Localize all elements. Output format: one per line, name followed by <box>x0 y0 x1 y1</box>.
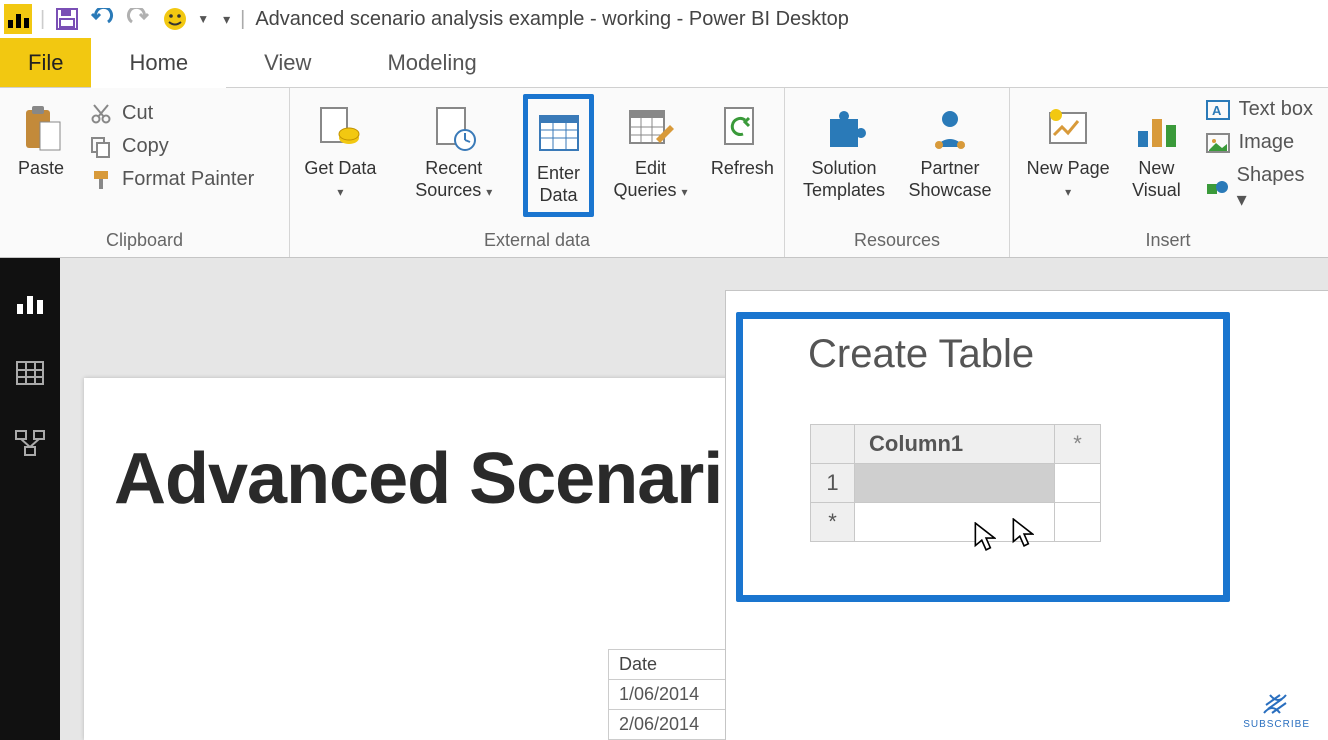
view-rail <box>0 258 60 740</box>
new-page-button[interactable]: New Page ▾ <box>1016 94 1120 207</box>
paste-button[interactable]: Paste <box>6 94 76 186</box>
ribbon-tabs: File Home View Modeling <box>0 38 1328 88</box>
recent-sources-button[interactable]: Recent Sources ▾ <box>385 94 523 207</box>
quick-access-toolbar: | ▼ ▾ <box>4 5 230 33</box>
copy-icon <box>88 136 114 158</box>
app-logo-icon <box>4 5 32 33</box>
redo-icon[interactable] <box>125 5 153 33</box>
grid-cell-1-add[interactable] <box>1055 464 1101 503</box>
enter-data-label: Enter Data <box>533 163 585 206</box>
grid-add-column[interactable]: * <box>1055 425 1101 464</box>
format-painter-label: Format Painter <box>122 168 254 191</box>
person-icon <box>929 100 971 158</box>
new-visual-button[interactable]: New Visual <box>1120 94 1192 207</box>
recent-sources-label: Recent Sources ▾ <box>393 158 515 201</box>
new-page-label: New Page ▾ <box>1024 158 1112 201</box>
grid-cell-add-1[interactable] <box>855 503 1055 542</box>
clipboard-icon <box>20 100 62 158</box>
partner-showcase-label: Partner Showcase <box>905 158 995 201</box>
image-label: Image <box>1239 131 1295 154</box>
refresh-button[interactable]: Refresh <box>707 94 778 186</box>
grid-corner[interactable] <box>811 425 855 464</box>
subscribe-label: SUBSCRIBE <box>1243 719 1310 730</box>
smiley-icon[interactable] <box>161 5 189 33</box>
recent-sources-icon <box>431 100 477 158</box>
save-icon[interactable] <box>53 5 81 33</box>
shapes-icon <box>1205 177 1229 199</box>
refresh-icon <box>719 100 765 158</box>
dialog-title: Create Table <box>808 332 1034 377</box>
new-page-icon <box>1044 100 1092 158</box>
tab-modeling[interactable]: Modeling <box>349 38 514 87</box>
insert-group-label: Insert <box>1010 226 1326 257</box>
brush-icon <box>88 169 114 191</box>
report-view-icon[interactable] <box>12 288 48 318</box>
title-separator: | <box>240 8 245 31</box>
image-button[interactable]: Image <box>1199 129 1320 156</box>
qat-dropdown-icon[interactable]: ▼ <box>197 12 209 26</box>
shapes-label: Shapes ▾ <box>1237 164 1314 212</box>
ribbon-group-clipboard: Paste Cut Copy <box>0 88 290 257</box>
puzzle-icon <box>820 100 868 158</box>
new-visual-icon <box>1132 100 1180 158</box>
image-icon <box>1205 132 1231 154</box>
tab-home[interactable]: Home <box>91 39 226 88</box>
get-data-icon <box>315 100 365 158</box>
create-table-grid[interactable]: Column1 * 1 * <box>810 424 1101 542</box>
copy-button[interactable]: Copy <box>82 133 260 160</box>
get-data-button[interactable]: Get Data ▾ <box>296 94 385 207</box>
edit-queries-label: Edit Queries ▾ <box>602 158 698 201</box>
grid-cell-add-add[interactable] <box>1055 503 1101 542</box>
get-data-label: Get Data ▾ <box>304 158 377 201</box>
model-view-icon[interactable] <box>12 428 48 458</box>
text-box-icon: A <box>1205 99 1231 121</box>
edit-queries-button[interactable]: Edit Queries ▾ <box>594 94 706 207</box>
copy-label: Copy <box>122 135 169 158</box>
text-box-button[interactable]: A Text box <box>1199 96 1320 123</box>
svg-text:A: A <box>1212 103 1222 118</box>
qat-divider: | <box>40 8 45 31</box>
window-title: Advanced scenario analysis example - wor… <box>255 8 849 31</box>
dna-icon <box>1260 691 1294 717</box>
solution-templates-label: Solution Templates <box>799 158 889 201</box>
new-visual-label: New Visual <box>1126 158 1186 201</box>
ribbon-group-resources: Solution Templates Partner Showcase Reso… <box>785 88 1010 257</box>
tab-file[interactable]: File <box>0 38 91 87</box>
data-view-icon[interactable] <box>12 358 48 388</box>
external-data-group-label: External data <box>290 226 784 257</box>
ribbon: Paste Cut Copy <box>0 88 1328 258</box>
grid-add-row[interactable]: * <box>811 503 855 542</box>
title-bar: | ▼ ▾ | Advanced scenario analysis examp… <box>0 0 1328 38</box>
undo-icon[interactable] <box>89 5 117 33</box>
ribbon-group-insert: New Page ▾ New Visual A Text box <box>1010 88 1326 257</box>
scissors-icon <box>88 103 114 125</box>
grid-cell-1-1[interactable] <box>855 464 1055 503</box>
cut-button[interactable]: Cut <box>82 100 260 127</box>
clipboard-group-label: Clipboard <box>0 226 289 257</box>
edit-queries-icon <box>626 100 676 158</box>
refresh-label: Refresh <box>711 158 774 180</box>
text-box-label: Text box <box>1239 98 1313 121</box>
ribbon-group-external-data: Get Data ▾ Recent Sources ▾ Enter Data E… <box>290 88 785 257</box>
cut-label: Cut <box>122 102 153 125</box>
enter-data-button[interactable]: Enter Data <box>523 94 595 217</box>
grid-row1-header[interactable]: 1 <box>811 464 855 503</box>
subscribe-watermark: SUBSCRIBE <box>1243 691 1310 730</box>
qat-overflow-icon[interactable]: ▾ <box>223 11 230 28</box>
resources-group-label: Resources <box>785 226 1009 257</box>
format-painter-button[interactable]: Format Painter <box>82 166 260 193</box>
partner-showcase-button[interactable]: Partner Showcase <box>897 94 1003 207</box>
shapes-button[interactable]: Shapes ▾ <box>1199 162 1320 214</box>
solution-templates-button[interactable]: Solution Templates <box>791 94 897 207</box>
enter-data-icon <box>536 105 582 163</box>
paste-label: Paste <box>18 158 64 180</box>
grid-col1-header[interactable]: Column1 <box>855 425 1055 464</box>
tab-view[interactable]: View <box>226 38 349 87</box>
